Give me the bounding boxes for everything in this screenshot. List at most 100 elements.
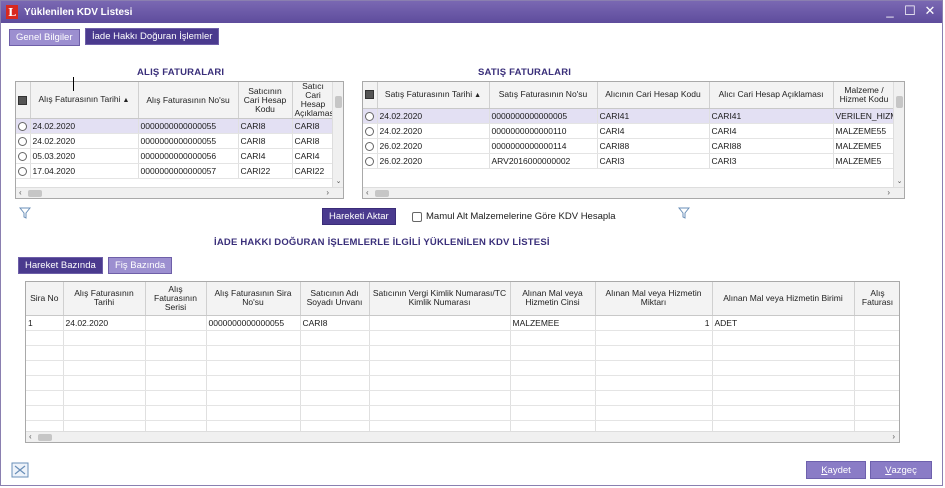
table-cell[interactable] <box>145 405 207 421</box>
table-cell[interactable]: ADET <box>712 315 855 331</box>
table-cell[interactable] <box>510 405 596 421</box>
row-radio[interactable] <box>18 167 28 177</box>
minimize-icon[interactable]: _ <box>884 4 896 18</box>
scroll-right-icon[interactable]: › <box>326 188 329 198</box>
filter-icon[interactable] <box>678 207 690 219</box>
table-cell[interactable] <box>854 330 899 346</box>
sales-horizontal-scrollbar[interactable]: ‹ › <box>363 187 904 198</box>
table-cell[interactable] <box>26 390 64 406</box>
column-header[interactable]: Alış Faturasının No'su <box>138 82 239 119</box>
table-cell[interactable]: 1 <box>595 315 713 331</box>
table-cell[interactable] <box>206 345 301 361</box>
column-header[interactable]: Alıcının Cari Hesap Kodu <box>597 82 710 109</box>
filter-icon[interactable] <box>19 207 31 219</box>
table-cell[interactable] <box>595 405 713 421</box>
table-cell[interactable] <box>510 360 596 376</box>
purchase-horizontal-scrollbar[interactable]: ‹ › <box>16 187 343 198</box>
table-cell[interactable] <box>854 345 899 361</box>
row-select[interactable] <box>16 148 31 164</box>
row-radio[interactable] <box>365 141 375 151</box>
tab-hareket-bazinda[interactable]: Hareket Bazında <box>18 257 103 274</box>
table-cell[interactable] <box>369 330 511 346</box>
table-cell[interactable] <box>595 360 713 376</box>
table-cell[interactable]: CARI4 <box>292 148 335 164</box>
table-row[interactable] <box>26 360 899 376</box>
table-cell[interactable]: CARI88 <box>597 138 710 154</box>
select-all-checkbox[interactable] <box>16 82 31 119</box>
table-row[interactable]: 05.03.2020 0000000000000056 CARI4 CARI4 <box>16 148 335 164</box>
transfer-movement-button[interactable]: Hareketi Aktar <box>322 208 396 225</box>
column-header[interactable]: Alınan Mal veya Hizmetin Miktarı <box>595 282 713 316</box>
table-cell[interactable]: CARI22 <box>238 163 293 179</box>
column-header[interactable]: Malzeme / Hizmet Kodu <box>833 82 896 109</box>
table-cell[interactable] <box>595 390 713 406</box>
table-cell[interactable]: CARI8 <box>238 118 293 134</box>
table-cell[interactable]: CARI4 <box>238 148 293 164</box>
table-cell[interactable] <box>854 360 899 376</box>
table-cell[interactable] <box>595 375 713 391</box>
table-cell[interactable]: 26.02.2020 <box>377 138 490 154</box>
table-cell[interactable] <box>145 315 207 331</box>
table-row[interactable]: 17.04.2020 0000000000000057 CARI22 CARI22 <box>16 163 335 179</box>
table-row[interactable] <box>26 330 899 346</box>
row-select[interactable] <box>363 123 378 139</box>
table-cell[interactable] <box>145 345 207 361</box>
table-cell[interactable] <box>63 375 146 391</box>
table-cell[interactable] <box>369 375 511 391</box>
column-header[interactable]: Alıcı Cari Hesap Açıklaması <box>709 82 834 109</box>
table-row[interactable]: 24.02.2020 0000000000000110 CARI4 CARI4 MALZ… <box>363 123 896 139</box>
table-cell[interactable] <box>63 360 146 376</box>
table-cell[interactable]: MALZEME55 <box>833 123 896 139</box>
table-cell[interactable] <box>300 375 370 391</box>
row-radio[interactable] <box>365 156 375 166</box>
table-cell[interactable]: 24.02.2020 <box>30 133 139 149</box>
column-header[interactable]: Alınan Mal veya Hizmetin Cinsi <box>510 282 596 316</box>
table-cell[interactable] <box>63 345 146 361</box>
table-cell[interactable]: CARI8 <box>292 133 335 149</box>
column-header[interactable]: Satış Faturasının Tarihi ▲ <box>377 82 490 109</box>
table-cell[interactable]: MALZEME5 <box>833 153 896 169</box>
table-cell[interactable] <box>63 405 146 421</box>
row-select[interactable] <box>363 108 378 124</box>
table-cell[interactable]: MALZEME5 <box>833 138 896 154</box>
tab-genel-bilgiler[interactable]: Genel Bilgiler <box>9 29 80 46</box>
column-header[interactable]: Satıcı Cari Hesap Açıklaması <box>292 82 335 119</box>
purchase-vertical-scrollbar[interactable]: ⌄ <box>332 82 343 187</box>
table-cell[interactable]: CARI41 <box>709 108 834 124</box>
table-cell[interactable]: ARV2016000000002 <box>489 153 598 169</box>
column-header[interactable]: Satıcının Cari Hesap Kodu <box>238 82 293 119</box>
select-all-checkbox[interactable] <box>363 82 378 109</box>
mamul-kdv-checkbox[interactable] <box>412 211 422 222</box>
column-header[interactable]: Alış Faturası <box>854 282 899 316</box>
export-icon[interactable] <box>11 462 29 478</box>
table-cell[interactable] <box>712 405 855 421</box>
save-button[interactable]: Kaydet <box>806 461 866 479</box>
table-cell[interactable] <box>369 360 511 376</box>
table-cell[interactable]: CARI4 <box>597 123 710 139</box>
maximize-icon[interactable]: ☐ <box>904 4 916 18</box>
table-cell[interactable] <box>206 330 301 346</box>
scroll-thumb[interactable] <box>335 96 342 108</box>
table-cell[interactable] <box>26 375 64 391</box>
row-radio[interactable] <box>365 126 375 136</box>
table-cell[interactable] <box>712 375 855 391</box>
table-cell[interactable]: 26.02.2020 <box>377 153 490 169</box>
scroll-right-icon[interactable]: › <box>892 432 895 442</box>
table-cell[interactable]: 0000000000000114 <box>489 138 598 154</box>
table-cell[interactable] <box>369 345 511 361</box>
table-row[interactable] <box>26 390 899 406</box>
scroll-left-icon[interactable]: ‹ <box>366 188 369 198</box>
table-cell[interactable] <box>300 345 370 361</box>
row-select[interactable] <box>16 163 31 179</box>
table-cell[interactable] <box>26 360 64 376</box>
table-cell[interactable] <box>712 360 855 376</box>
table-cell[interactable] <box>26 405 64 421</box>
table-cell[interactable]: 05.03.2020 <box>30 148 139 164</box>
scroll-right-icon[interactable]: › <box>887 188 890 198</box>
table-cell[interactable] <box>145 360 207 376</box>
table-cell[interactable] <box>712 345 855 361</box>
table-cell[interactable] <box>854 390 899 406</box>
table-row[interactable]: 24.02.2020 0000000000000005 CARI41 CARI41 VE… <box>363 108 896 124</box>
table-cell[interactable] <box>206 375 301 391</box>
table-cell[interactable] <box>300 330 370 346</box>
